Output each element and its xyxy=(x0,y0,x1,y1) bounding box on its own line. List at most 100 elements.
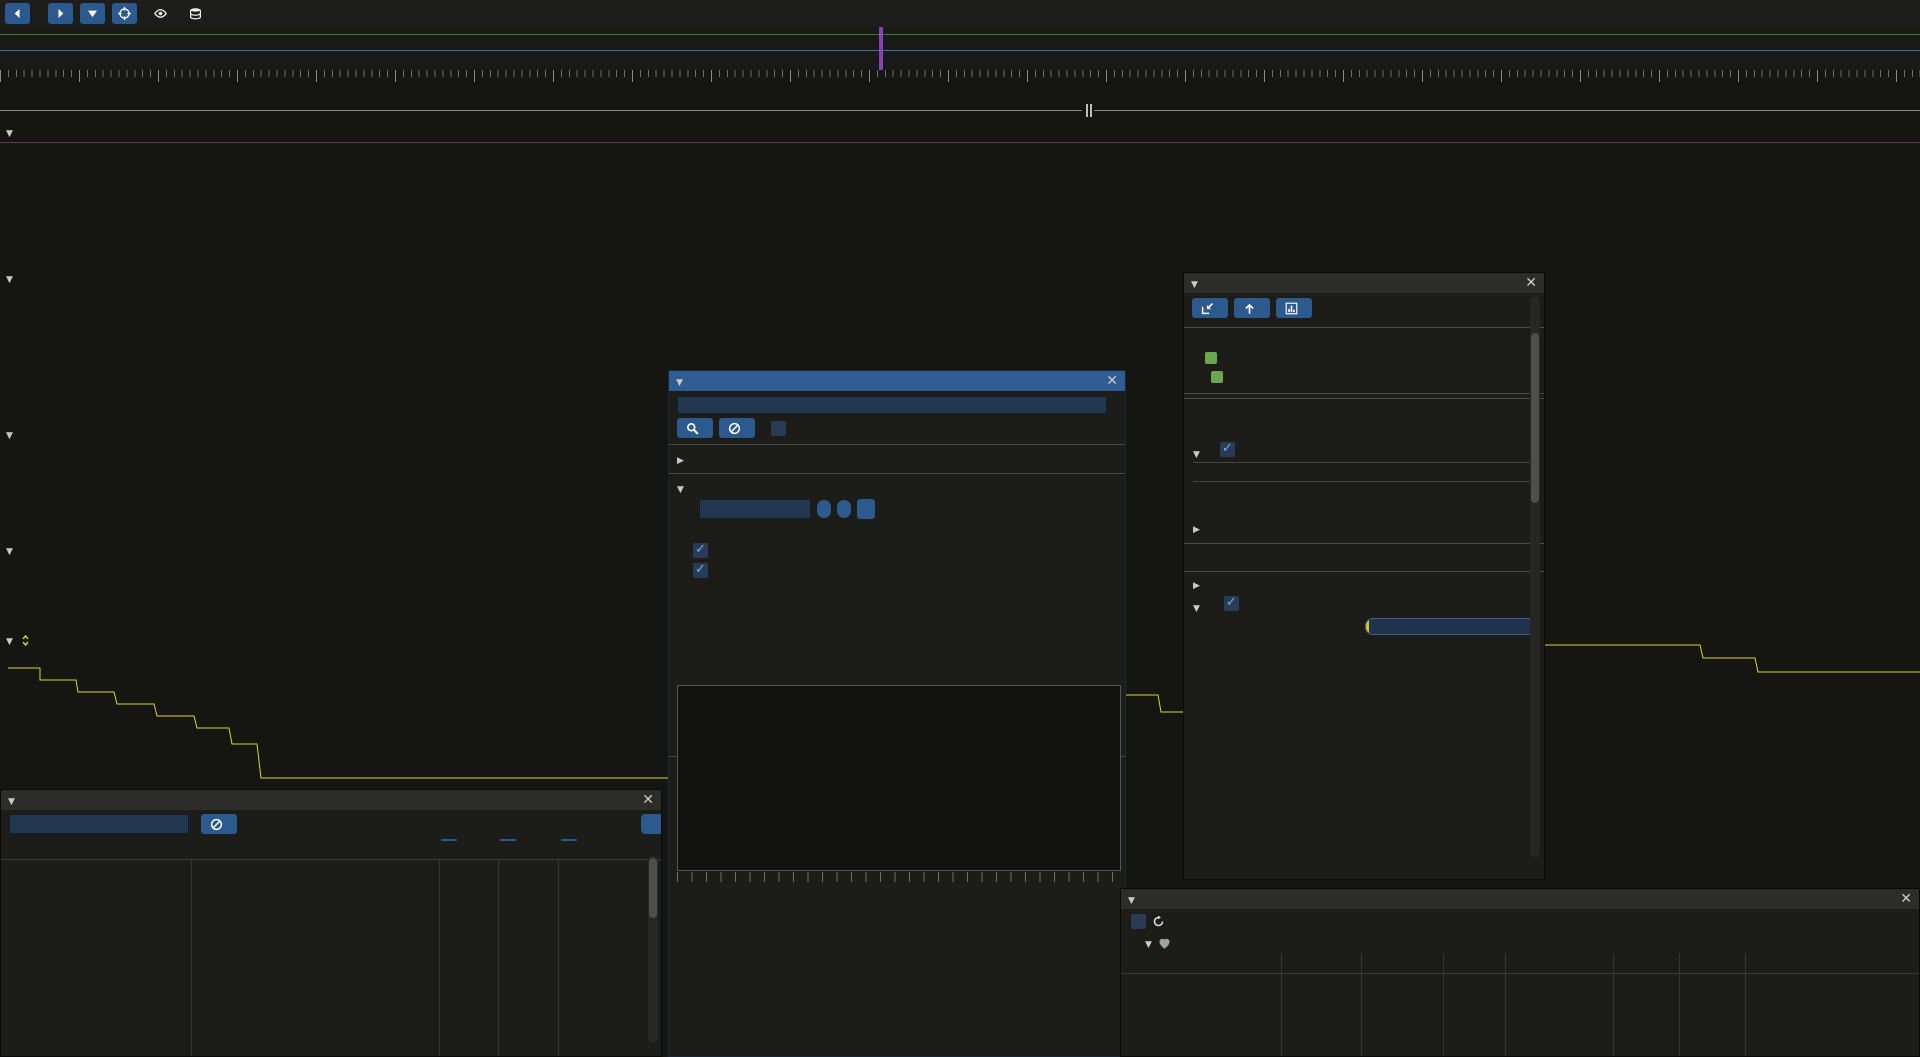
slash-circle-icon xyxy=(728,422,741,435)
column-total-time[interactable] xyxy=(441,839,457,841)
collapse-icon xyxy=(676,374,683,389)
database-icon xyxy=(189,7,202,20)
frame-graph-threshold-green xyxy=(0,34,1920,35)
self-time-row xyxy=(1184,616,1544,636)
histogram-plot[interactable] xyxy=(677,685,1121,871)
plus-button[interactable] xyxy=(837,500,851,518)
zone-info-panel xyxy=(1183,272,1545,880)
zone-info-titlebar[interactable] xyxy=(1184,273,1544,293)
slash-circle-icon xyxy=(210,818,223,831)
cut-button[interactable] xyxy=(641,814,662,834)
min-values-input[interactable] xyxy=(699,499,811,519)
filter-zones-input[interactable] xyxy=(9,814,189,834)
find-button[interactable] xyxy=(677,418,713,438)
zone-info-scrollbar[interactable] xyxy=(1530,297,1540,857)
histogram-axis-ticks xyxy=(677,872,1119,882)
frame-graph-threshold-blue xyxy=(0,50,1920,51)
wait-regions-header[interactable] xyxy=(1184,441,1544,462)
close-icon[interactable] xyxy=(1525,275,1537,291)
zone-statistics-button[interactable] xyxy=(1276,298,1312,318)
guif-worker2-header[interactable] xyxy=(6,426,19,442)
thread2-header[interactable] xyxy=(6,270,19,286)
avg-median-checkbox[interactable] xyxy=(693,543,708,558)
restrict-time-icon xyxy=(1152,915,1165,928)
column-counts[interactable] xyxy=(500,839,516,841)
zone-thread-row xyxy=(1184,370,1544,389)
frame-marker-line xyxy=(1094,110,1920,111)
restrict-time-checkbox[interactable] xyxy=(1131,914,1146,929)
histogram-section-header[interactable] xyxy=(669,478,1125,498)
reset-button[interactable] xyxy=(857,499,875,519)
thread-color-marker[interactable] xyxy=(1211,371,1223,383)
allocations-list-header[interactable] xyxy=(1184,520,1544,539)
wait-regions-table xyxy=(1193,462,1535,482)
child-zones-header[interactable] xyxy=(1184,595,1544,616)
source-color-marker[interactable] xyxy=(1205,352,1217,364)
find-zone-query-input[interactable] xyxy=(677,396,1107,414)
memory-table-header xyxy=(1121,953,1919,974)
triangle-down-icon xyxy=(86,7,99,20)
minus-button[interactable] xyxy=(817,500,831,518)
expand-icon xyxy=(677,452,684,467)
find-zone-titlebar[interactable] xyxy=(669,371,1125,391)
statistics-titlebar[interactable] xyxy=(1,790,661,810)
memory-panel xyxy=(1120,888,1920,1057)
next-frame-button[interactable] xyxy=(48,3,73,24)
arrow-up-icon xyxy=(1243,302,1256,315)
cpu-usage-graph xyxy=(0,147,1920,178)
zone-trace-header[interactable] xyxy=(1184,576,1544,595)
matched-source-locations[interactable] xyxy=(669,449,1125,469)
clear-filter-button[interactable] xyxy=(201,814,237,834)
clear-button[interactable] xyxy=(719,418,755,438)
zoom-to-zone-button[interactable] xyxy=(1192,298,1228,318)
memory-events-row xyxy=(1184,482,1544,501)
prev-frame-button[interactable] xyxy=(5,3,30,24)
collapse-icon xyxy=(6,543,13,558)
crosshair-icon xyxy=(118,7,131,20)
group-median-swatch xyxy=(748,563,762,577)
collapse-icon xyxy=(1193,600,1200,615)
chevron-right-icon xyxy=(54,7,67,20)
collapse-icon xyxy=(1128,892,1135,907)
median-time-swatch xyxy=(756,543,770,557)
frame-separator-icon xyxy=(1090,104,1092,117)
frame-graph-current-marker xyxy=(879,27,883,70)
close-icon[interactable] xyxy=(1900,891,1912,907)
group-children-checkbox[interactable] xyxy=(1224,596,1239,611)
average-time-swatch xyxy=(714,543,728,557)
cpu-header-underline xyxy=(0,142,1920,143)
running-state-regions-row xyxy=(1184,403,1544,422)
group-avg-median-checkbox[interactable] xyxy=(693,563,708,578)
time-relative-checkbox[interactable] xyxy=(1220,442,1235,457)
frame-markers-row[interactable] xyxy=(0,100,1920,122)
cpu-data-header[interactable] xyxy=(6,124,19,140)
memory-titlebar[interactable] xyxy=(1121,889,1919,909)
guif-worker0-header[interactable] xyxy=(6,542,19,558)
frame-time-graph[interactable] xyxy=(0,27,1920,70)
self-time-bar xyxy=(1365,618,1535,635)
frame-separator-icon xyxy=(1086,104,1088,117)
close-icon[interactable] xyxy=(642,792,654,808)
close-icon[interactable] xyxy=(1106,373,1118,389)
toolbar xyxy=(0,0,1920,27)
zoom-to-zone-icon xyxy=(1201,302,1214,315)
search-icon xyxy=(686,422,699,435)
go-to-parent-button[interactable] xyxy=(1234,298,1270,318)
legend-row-2 xyxy=(669,560,1125,580)
expand-icon xyxy=(1193,577,1200,592)
goto-frame-button[interactable] xyxy=(112,3,137,24)
group-average-swatch xyxy=(714,563,728,577)
find-zone-panel xyxy=(668,370,1126,1057)
column-mtpc[interactable] xyxy=(561,839,577,841)
statistics-panel xyxy=(0,789,662,1057)
zone-location-row xyxy=(1184,351,1544,370)
statistics-column-headers xyxy=(1,838,661,860)
allocs-frees-row xyxy=(1184,501,1544,520)
statistics-scrollbar[interactable] xyxy=(648,856,658,1042)
chevron-left-icon xyxy=(11,7,24,20)
collapse-icon xyxy=(8,793,15,808)
ignore-case-checkbox[interactable] xyxy=(771,421,786,436)
frame-dropdown-button[interactable] xyxy=(80,3,105,24)
capture-time-indicator xyxy=(189,7,207,20)
zone-function-row xyxy=(1184,332,1544,351)
